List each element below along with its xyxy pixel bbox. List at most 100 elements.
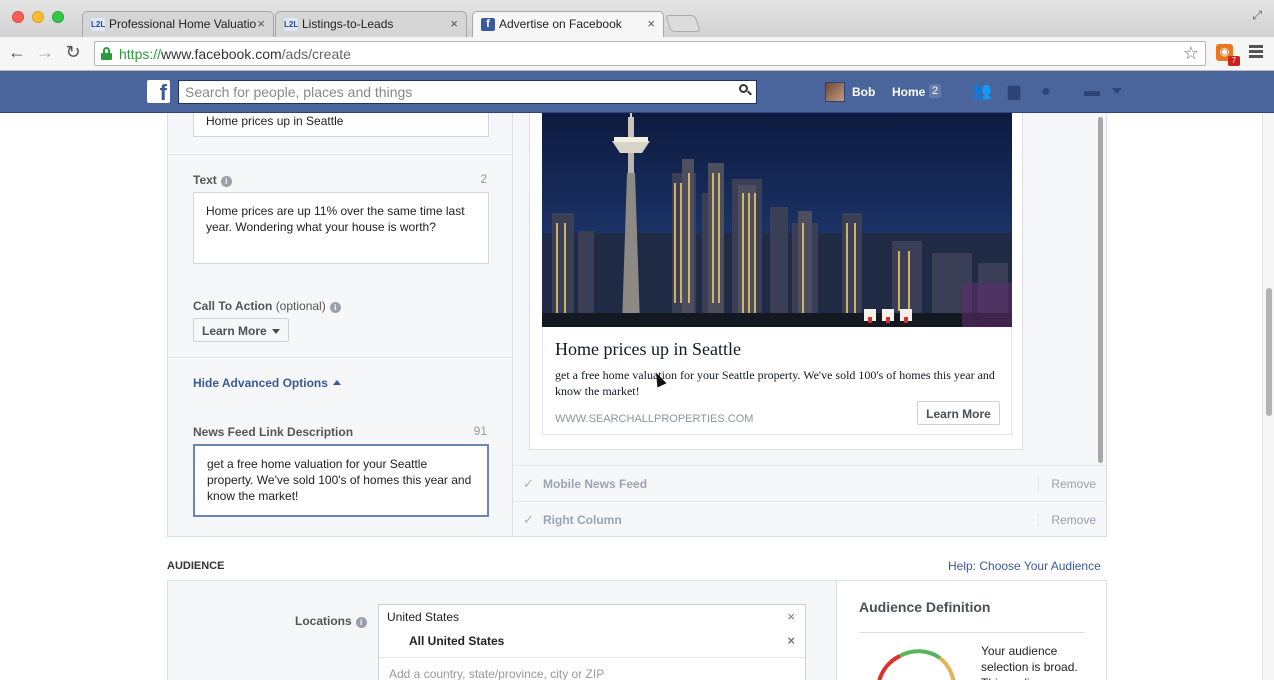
browser-tab-advertise[interactable]: f Advertise on Facebook × <box>472 11 664 37</box>
divider <box>168 154 512 155</box>
ads-create-page: Home prices up in Seattle Text i 2 Home p… <box>0 113 1274 680</box>
cta-value: Learn More <box>202 324 267 338</box>
page-scrollbar[interactable] <box>1262 113 1274 680</box>
fullscreen-icon[interactable]: ⤢ <box>1252 8 1262 23</box>
home-count-badge: 2 <box>929 84 942 98</box>
audience-gauge <box>870 644 960 680</box>
info-icon[interactable]: i <box>355 617 367 628</box>
locations-field[interactable]: United States × All United States × Add … <box>378 604 806 680</box>
window-minimize-button[interactable] <box>32 11 44 23</box>
search-input[interactable]: Search for people, places and things <box>178 80 757 104</box>
ad-learn-more-button[interactable]: Learn More <box>917 401 1000 425</box>
text-field[interactable]: Home prices are up 11% over the same tim… <box>193 192 489 264</box>
messages-icon[interactable]: ▆ <box>1004 83 1024 101</box>
placement-row-right-column: ✓ Right Column Remove <box>513 501 1106 537</box>
window-zoom-button[interactable] <box>52 11 64 23</box>
ad-preview-card: Home prices up in Seattle get a free hom… <box>529 113 1023 450</box>
cta-optional-text: (optional) <box>275 299 326 313</box>
placement-row-mobile: ✓ Mobile News Feed Remove <box>513 465 1106 501</box>
tab-close-icon[interactable]: × <box>257 16 265 31</box>
news-feed-link-description-field[interactable]: get a free home valuation for your Seatt… <box>193 444 489 517</box>
hide-advanced-options-link[interactable]: Hide Advanced Options <box>193 376 341 390</box>
home-link[interactable]: Home <box>892 85 925 99</box>
placement-name: Right Column <box>543 513 622 527</box>
url-host: www.facebook.com <box>161 46 282 62</box>
divider <box>859 632 1085 633</box>
address-bar[interactable]: https://www.facebook.com/ads/create ☆ <box>94 41 1206 66</box>
call-to-action-label: Call To Action (optional) i <box>193 299 341 313</box>
news-feed-link-description-label: News Feed Link Description <box>193 425 354 439</box>
facebook-header: f Search for people, places and things B… <box>0 71 1274 113</box>
audience-definition-panel: Audience Definition Your audience select… <box>836 581 1106 680</box>
tab-label: Advertise on Facebook <box>499 17 622 31</box>
help-choose-audience-link[interactable]: Help: Choose Your Audience <box>948 559 1101 573</box>
back-arrow-icon[interactable]: ← <box>6 42 28 63</box>
account-menu-chevron-down-icon[interactable] <box>1112 88 1122 94</box>
tab-close-icon[interactable]: × <box>647 16 655 31</box>
audience-definition-text: Your audience selection is broad. This a… <box>981 644 1078 680</box>
text-label-text: Text <box>193 173 217 187</box>
location-scope-row: All United States × <box>379 629 805 653</box>
seattle-skyline-image <box>542 113 1012 327</box>
tab-label: Professional Home Valuatio <box>109 17 257 31</box>
privacy-lock-icon[interactable]: ▬ <box>1082 83 1102 101</box>
chevron-down-icon <box>271 329 280 334</box>
news-feed-char-count: 91 <box>473 424 487 438</box>
ad-preview-panel: Home prices up in Seattle get a free hom… <box>513 113 1107 537</box>
new-tab-button[interactable] <box>664 15 702 32</box>
location-country: United States <box>387 610 460 624</box>
close-icon[interactable]: × <box>787 609 795 624</box>
search-icon[interactable] <box>739 84 752 96</box>
rss-badge: 7 <box>1228 56 1240 66</box>
friend-requests-icon[interactable]: 👥 <box>972 83 992 101</box>
browser-toolbar: ← → ↻ https://www.facebook.com/ads/creat… <box>0 37 1274 71</box>
call-to-action-dropdown[interactable]: Learn More <box>193 318 289 342</box>
audience-definition-title: Audience Definition <box>859 599 991 615</box>
browser-menu-icon[interactable] <box>1249 45 1263 60</box>
divider <box>168 357 512 358</box>
facebook-favicon-icon: f <box>481 18 495 31</box>
close-icon[interactable]: × <box>787 633 795 648</box>
remove-placement-link[interactable]: Remove <box>1038 513 1096 527</box>
text-label: Text i <box>193 173 232 187</box>
headline-field[interactable]: Home prices up in Seattle <box>193 113 489 137</box>
url-path: /ads/create <box>281 46 351 62</box>
remove-placement-link[interactable]: Remove <box>1038 477 1096 491</box>
reload-icon[interactable]: ↻ <box>62 42 84 63</box>
lock-icon <box>101 47 112 60</box>
notifications-globe-icon[interactable]: ● <box>1036 83 1056 101</box>
browser-tab-bar: L2L Professional Home Valuatio × L2L Lis… <box>0 0 1274 37</box>
window-close-button[interactable] <box>12 11 24 23</box>
tab-label: Listings-to-Leads <box>302 17 394 31</box>
info-icon[interactable]: i <box>220 176 232 187</box>
advanced-toggle-text: Hide Advanced Options <box>193 376 328 390</box>
audience-panel: Locations i United States × All United St… <box>167 580 1107 680</box>
url-scheme: https:// <box>119 46 162 62</box>
headline-value: Home prices up in Seattle <box>206 114 344 128</box>
ad-domain: WWW.SEARCHALLPROPERTIES.COM <box>555 413 754 425</box>
l2l-favicon-icon: L2L <box>284 18 299 31</box>
facebook-logo-icon[interactable]: f <box>147 80 170 103</box>
tab-close-icon[interactable]: × <box>450 16 458 31</box>
profile-link[interactable]: Bob <box>852 85 875 99</box>
browser-tab-listings[interactable]: L2L Listings-to-Leads × <box>275 11 467 37</box>
location-search-input[interactable]: Add a country, state/province, city or Z… <box>379 657 805 680</box>
checkmark-icon: ✓ <box>523 476 534 491</box>
text-char-count: 2 <box>480 172 487 186</box>
news-feed-value: get a free home valuation for your Seatt… <box>207 457 472 503</box>
bookmark-star-icon[interactable]: ☆ <box>1183 43 1199 64</box>
browser-tab-valuation[interactable]: L2L Professional Home Valuatio × <box>82 11 274 37</box>
url-text[interactable]: https://www.facebook.com/ads/create <box>119 46 351 62</box>
locations-label: Locations i <box>295 614 367 628</box>
l2l-favicon-icon: L2L <box>91 18 106 31</box>
avatar[interactable] <box>825 82 845 102</box>
locations-label-text: Locations <box>295 614 352 628</box>
ad-headline[interactable]: Home prices up in Seattle <box>555 339 741 360</box>
chevron-up-icon <box>332 380 341 385</box>
location-scope: All United States <box>409 634 505 648</box>
preview-scrollbar[interactable] <box>1098 117 1103 463</box>
forward-arrow-icon[interactable]: → <box>34 42 56 63</box>
cta-label-text: Call To Action <box>193 299 273 313</box>
page-scrollbar-thumb[interactable] <box>1266 288 1272 416</box>
info-icon[interactable]: i <box>329 302 341 313</box>
